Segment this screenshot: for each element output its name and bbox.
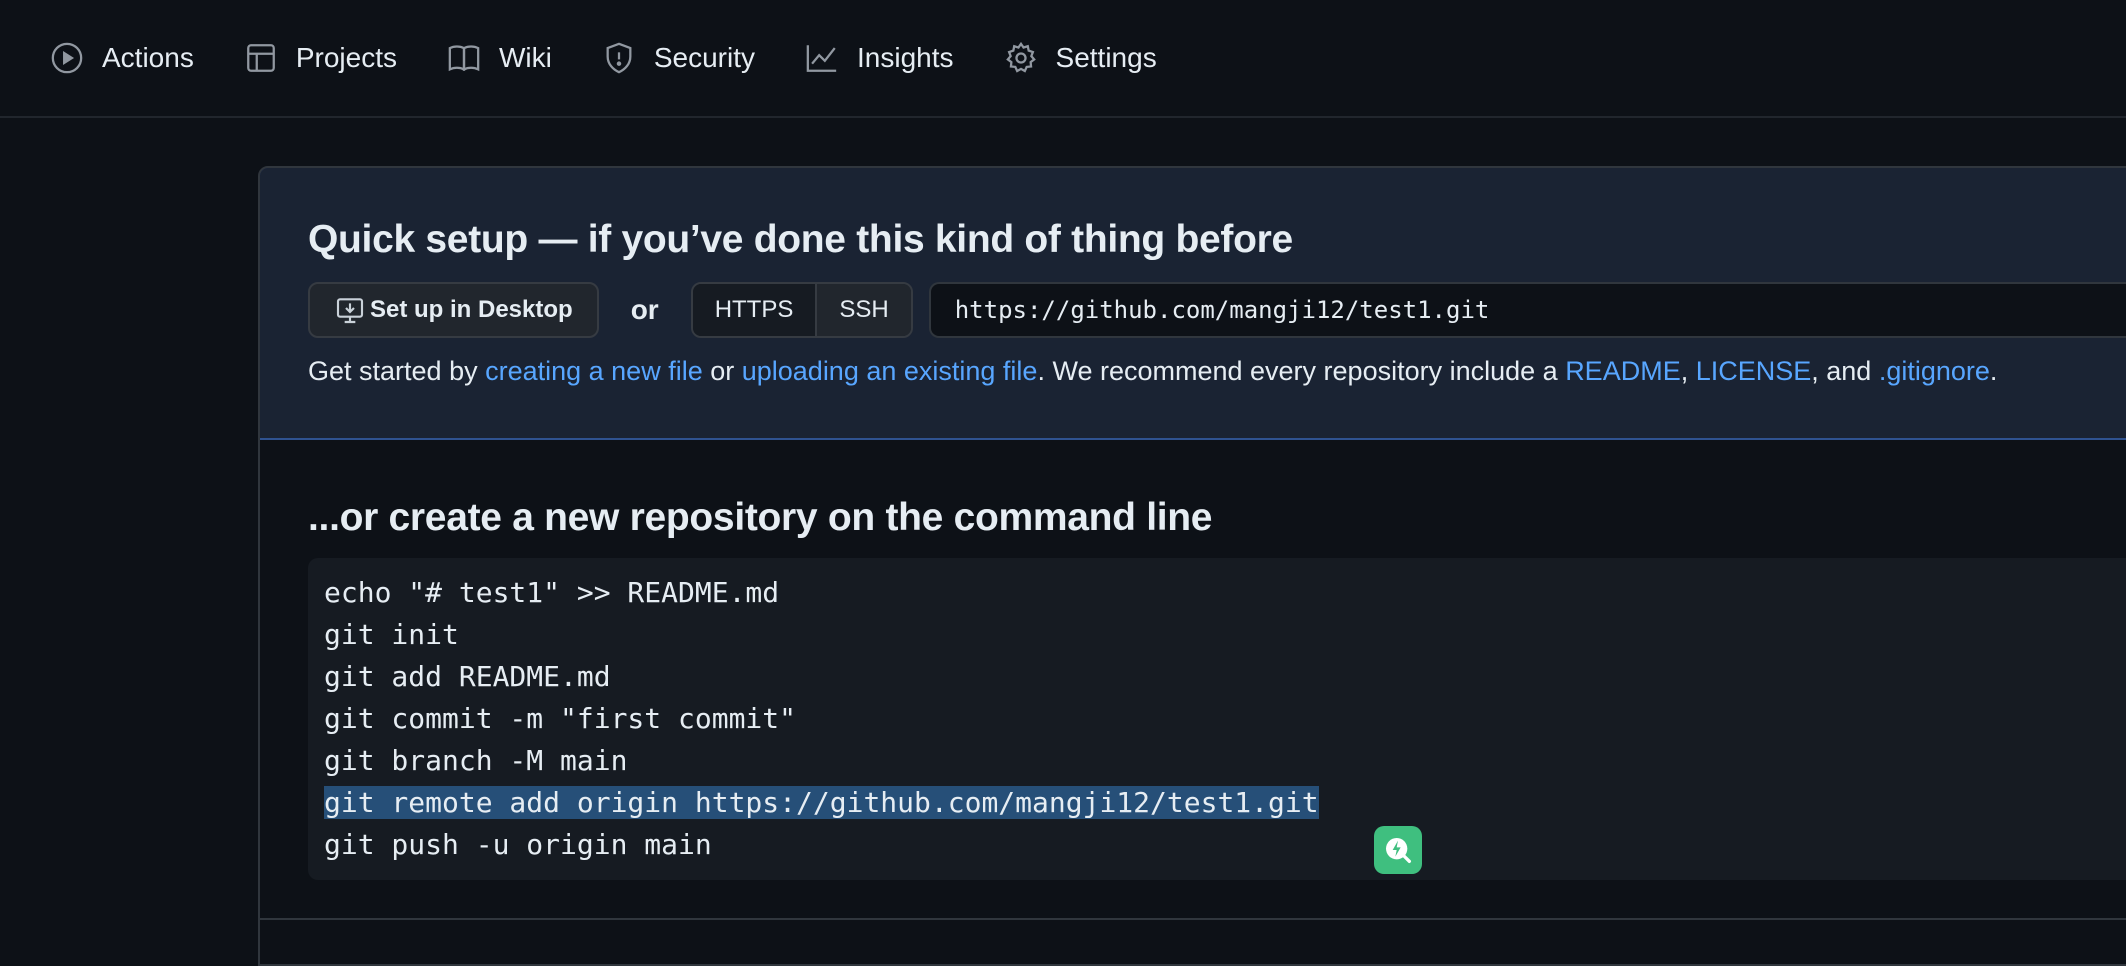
nav-label: Security [653,42,756,73]
code-text: git remote add origin https://github.com… [324,786,1319,819]
nav-label: Wiki [498,42,552,73]
code-text: git add README.md [324,660,611,693]
code-line-selected: git remote add origin https://github.com… [324,782,2126,824]
graph-icon [805,41,839,75]
quick-action-badge[interactable] [1374,826,1422,874]
setup-desktop-label: Set up in Desktop [370,296,573,323]
quick-setup-title: Quick setup — if you’ve done this kind o… [308,218,1293,261]
code-line: git push -u origin main [324,824,2126,866]
hint-text: , and [1811,356,1879,386]
gear-icon [1004,41,1038,75]
nav-actions[interactable]: Actions [50,28,194,88]
shield-icon [602,41,636,75]
nav-label: Insights [857,42,954,73]
book-icon [447,41,481,75]
https-button[interactable]: HTTPS [692,284,818,336]
code-line: echo "# test1" >> README.md [324,572,2126,614]
hint-text: Get started by [308,356,486,386]
code-text: echo "# test1" >> README.md [324,576,780,609]
readme-link[interactable]: README [1565,356,1681,386]
setup-desktop-button[interactable]: Set up in Desktop [308,282,599,338]
quick-setup-box: Quick setup — if you’ve done this kind o… [260,168,2126,440]
code-text: git branch -M main [324,744,628,777]
clone-url-input[interactable]: https://github.com/mangji12/test1.git [928,282,2126,338]
code-text: git init [324,618,459,651]
nav-projects[interactable]: Projects [244,28,397,88]
section-divider [258,918,2126,920]
command-line-title: ...or create a new repository on the com… [308,496,1213,539]
protocol-toggle: HTTPS SSH [690,282,913,338]
hint-text: . [1989,356,1998,386]
hint-text: or [702,356,742,386]
nav-label: Settings [1055,42,1157,73]
code-line: git commit -m "first commit" [324,698,2126,740]
desktop-download-icon [334,294,366,326]
license-link[interactable]: LICENSE [1696,356,1812,386]
clone-url-row: Set up in Desktop or HTTPS SSH https://g… [308,282,2126,338]
code-line: git branch -M main [324,740,2126,782]
command-code-block[interactable]: echo "# test1" >> README.md git init git… [308,558,2126,880]
nav-wiki[interactable]: Wiki [447,28,552,88]
table-icon [244,41,278,75]
code-text: git commit -m "first commit" [324,702,797,735]
lightning-search-icon [1382,834,1414,866]
command-line-section: ...or create a new repository on the com… [260,438,2126,880]
nav-label: Projects [295,42,397,73]
hint-text: , [1680,356,1696,386]
ssh-button[interactable]: SSH [817,284,911,336]
code-line: git init [324,614,2126,656]
create-new-file-link[interactable]: creating a new file [485,356,703,386]
code-text: git push -u origin main [324,828,712,861]
empty-repo-panel: Quick setup — if you’ve done this kind o… [258,166,2126,966]
gitignore-link[interactable]: .gitignore [1879,356,1990,386]
hint-text: . We recommend every repository include … [1037,356,1566,386]
or-label: or [630,294,659,325]
nav-security[interactable]: Security [602,28,755,88]
code-line: git add README.md [324,656,2126,698]
nav-insights[interactable]: Insights [805,28,954,88]
nav-label: Actions [102,42,194,73]
getting-started-hint: Get started by creating a new file or up… [308,356,2126,387]
repo-nav: Actions Projects Wiki Security Insights … [0,0,2126,118]
nav-settings[interactable]: Settings [1004,28,1157,88]
play-circle-icon [50,41,84,75]
upload-existing-file-link[interactable]: uploading an existing file [742,356,1038,386]
